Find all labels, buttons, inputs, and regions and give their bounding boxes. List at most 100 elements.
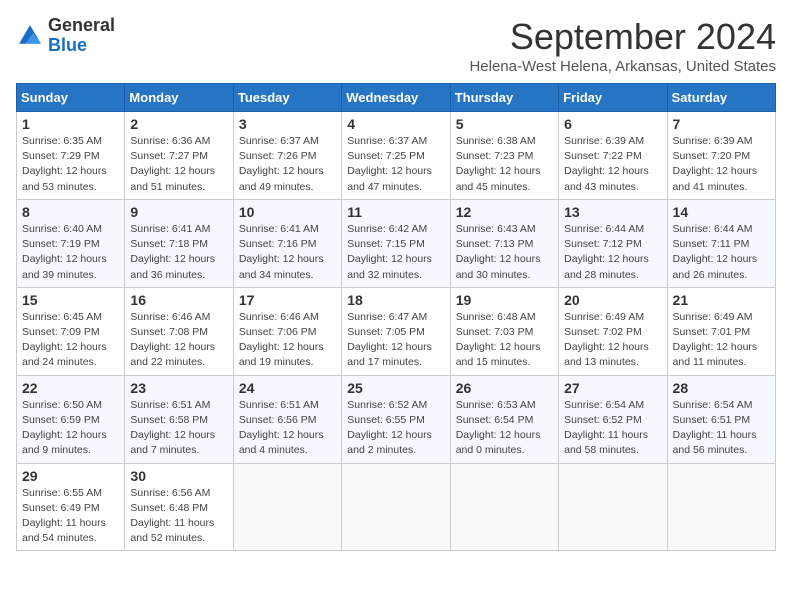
day-info: Sunrise: 6:44 AMSunset: 7:11 PMDaylight:… [673, 222, 770, 283]
calendar-cell: 27 Sunrise: 6:54 AMSunset: 6:52 PMDayligh… [559, 375, 667, 463]
day-info: Sunrise: 6:38 AMSunset: 7:23 PMDaylight:… [456, 134, 553, 195]
calendar-cell [559, 463, 667, 551]
calendar-cell: 3Sunrise: 6:37 AMSunset: 7:26 PMDaylight… [233, 112, 341, 200]
day-number: 18 [347, 292, 444, 308]
header: General Blue September 2024 Helena-West … [16, 16, 776, 75]
calendar-header-saturday: Saturday [667, 84, 775, 112]
day-number: 26 [456, 380, 553, 396]
day-number: 6 [564, 116, 661, 132]
calendar-cell: 30 Sunrise: 6:56 AMSunset: 6:48 PMDayligh… [125, 463, 233, 551]
calendar-week-row: 1 Sunrise: 6:35 AMSunset: 7:29 PMDaylight… [17, 112, 776, 200]
calendar-week-row: 29Sunrise: 6:55 AMSunset: 6:49 PMDayligh… [17, 463, 776, 551]
day-number: 29 [22, 468, 119, 484]
logo-line2: Blue [48, 36, 115, 56]
calendar-cell: 5 Sunrise: 6:38 AMSunset: 7:23 PMDaylight… [450, 112, 558, 200]
day-number: 14 [673, 204, 770, 220]
calendar-cell: 21 Sunrise: 6:49 AMSunset: 7:01 PMDayligh… [667, 287, 775, 375]
calendar-cell: 12 Sunrise: 6:43 AMSunset: 7:13 PMDayligh… [450, 199, 558, 287]
title-area: September 2024 Helena-West Helena, Arkan… [469, 16, 776, 75]
calendar-cell: 7 Sunrise: 6:39 AMSunset: 7:20 PMDaylight… [667, 112, 775, 200]
calendar-cell: 20 Sunrise: 6:49 AMSunset: 7:02 PMDayligh… [559, 287, 667, 375]
calendar-cell: 22 Sunrise: 6:50 AMSunset: 6:59 PMDayligh… [17, 375, 125, 463]
day-number: 2 [130, 116, 227, 132]
calendar-week-row: 8Sunrise: 6:40 AMSunset: 7:19 PMDaylight… [17, 199, 776, 287]
day-number: 25 [347, 380, 444, 396]
day-info: Sunrise: 6:54 AMSunset: 6:51 PMDaylight:… [673, 398, 770, 459]
day-number: 12 [456, 204, 553, 220]
calendar-header-thursday: Thursday [450, 84, 558, 112]
calendar-cell: 11Sunrise: 6:42 AMSunset: 7:15 PMDayligh… [342, 199, 450, 287]
day-info: Sunrise: 6:47 AMSunset: 7:05 PMDaylight:… [347, 310, 444, 371]
day-info: Sunrise: 6:40 AMSunset: 7:19 PMDaylight:… [22, 222, 119, 283]
calendar-header-friday: Friday [559, 84, 667, 112]
calendar-header-wednesday: Wednesday [342, 84, 450, 112]
day-number: 21 [673, 292, 770, 308]
day-info: Sunrise: 6:50 AMSunset: 6:59 PMDaylight:… [22, 398, 119, 459]
day-info: Sunrise: 6:35 AMSunset: 7:29 PMDaylight:… [22, 134, 119, 195]
calendar-body: 1 Sunrise: 6:35 AMSunset: 7:29 PMDaylight… [17, 112, 776, 551]
calendar-cell: 18 Sunrise: 6:47 AMSunset: 7:05 PMDayligh… [342, 287, 450, 375]
day-info: Sunrise: 6:36 AMSunset: 7:27 PMDaylight:… [130, 134, 227, 195]
day-number: 30 [130, 468, 227, 484]
day-info: Sunrise: 6:46 AMSunset: 7:06 PMDaylight:… [239, 310, 336, 371]
calendar-cell: 4 Sunrise: 6:37 AMSunset: 7:25 PMDaylight… [342, 112, 450, 200]
calendar-header-sunday: Sunday [17, 84, 125, 112]
day-number: 10 [239, 204, 336, 220]
calendar-cell: 2 Sunrise: 6:36 AMSunset: 7:27 PMDaylight… [125, 112, 233, 200]
calendar-week-row: 22 Sunrise: 6:50 AMSunset: 6:59 PMDayligh… [17, 375, 776, 463]
calendar-cell: 28Sunrise: 6:54 AMSunset: 6:51 PMDayligh… [667, 375, 775, 463]
calendar-header-monday: Monday [125, 84, 233, 112]
day-info: Sunrise: 6:52 AMSunset: 6:55 PMDaylight:… [347, 398, 444, 459]
calendar-cell [233, 463, 341, 551]
logo: General Blue [16, 16, 115, 56]
day-info: Sunrise: 6:37 AMSunset: 7:26 PMDaylight:… [239, 134, 336, 195]
calendar-cell: 15 Sunrise: 6:45 AMSunset: 7:09 PMDayligh… [17, 287, 125, 375]
calendar-cell: 9Sunrise: 6:41 AMSunset: 7:18 PMDaylight… [125, 199, 233, 287]
calendar-cell: 29Sunrise: 6:55 AMSunset: 6:49 PMDayligh… [17, 463, 125, 551]
calendar-cell: 6Sunrise: 6:39 AMSunset: 7:22 PMDaylight… [559, 112, 667, 200]
day-info: Sunrise: 6:45 AMSunset: 7:09 PMDaylight:… [22, 310, 119, 371]
calendar-cell [450, 463, 558, 551]
month-title: September 2024 [469, 16, 776, 58]
calendar-cell: 19Sunrise: 6:48 AMSunset: 7:03 PMDayligh… [450, 287, 558, 375]
day-number: 15 [22, 292, 119, 308]
day-number: 1 [22, 116, 119, 132]
calendar-cell: 24 Sunrise: 6:51 AMSunset: 6:56 PMDayligh… [233, 375, 341, 463]
day-number: 5 [456, 116, 553, 132]
calendar-header-tuesday: Tuesday [233, 84, 341, 112]
day-number: 24 [239, 380, 336, 396]
day-number: 17 [239, 292, 336, 308]
day-number: 4 [347, 116, 444, 132]
calendar-cell: 8Sunrise: 6:40 AMSunset: 7:19 PMDaylight… [17, 199, 125, 287]
subtitle: Helena-West Helena, Arkansas, United Sta… [469, 58, 776, 75]
calendar-cell: 10 Sunrise: 6:41 AMSunset: 7:16 PMDayligh… [233, 199, 341, 287]
day-number: 19 [456, 292, 553, 308]
calendar-cell: 13Sunrise: 6:44 AMSunset: 7:12 PMDayligh… [559, 199, 667, 287]
day-info: Sunrise: 6:49 AMSunset: 7:01 PMDaylight:… [673, 310, 770, 371]
day-info: Sunrise: 6:43 AMSunset: 7:13 PMDaylight:… [456, 222, 553, 283]
day-number: 11 [347, 204, 444, 220]
calendar-cell: 17 Sunrise: 6:46 AMSunset: 7:06 PMDayligh… [233, 287, 341, 375]
calendar-week-row: 15 Sunrise: 6:45 AMSunset: 7:09 PMDayligh… [17, 287, 776, 375]
day-info: Sunrise: 6:44 AMSunset: 7:12 PMDaylight:… [564, 222, 661, 283]
day-info: Sunrise: 6:41 AMSunset: 7:18 PMDaylight:… [130, 222, 227, 283]
day-number: 27 [564, 380, 661, 396]
calendar-cell: 16 Sunrise: 6:46 AMSunset: 7:08 PMDayligh… [125, 287, 233, 375]
day-info: Sunrise: 6:54 AMSunset: 6:52 PMDaylight:… [564, 398, 661, 459]
day-info: Sunrise: 6:49 AMSunset: 7:02 PMDaylight:… [564, 310, 661, 371]
calendar-cell: 1 Sunrise: 6:35 AMSunset: 7:29 PMDaylight… [17, 112, 125, 200]
day-info: Sunrise: 6:39 AMSunset: 7:20 PMDaylight:… [673, 134, 770, 195]
day-number: 16 [130, 292, 227, 308]
day-info: Sunrise: 6:37 AMSunset: 7:25 PMDaylight:… [347, 134, 444, 195]
day-info: Sunrise: 6:51 AMSunset: 6:56 PMDaylight:… [239, 398, 336, 459]
day-number: 20 [564, 292, 661, 308]
day-info: Sunrise: 6:41 AMSunset: 7:16 PMDaylight:… [239, 222, 336, 283]
day-number: 7 [673, 116, 770, 132]
day-info: Sunrise: 6:46 AMSunset: 7:08 PMDaylight:… [130, 310, 227, 371]
logo-icon [16, 22, 44, 50]
calendar-cell [342, 463, 450, 551]
calendar-cell: 14 Sunrise: 6:44 AMSunset: 7:11 PMDayligh… [667, 199, 775, 287]
day-info: Sunrise: 6:56 AMSunset: 6:48 PMDaylight:… [130, 486, 227, 547]
calendar-cell: 26Sunrise: 6:53 AMSunset: 6:54 PMDayligh… [450, 375, 558, 463]
day-number: 22 [22, 380, 119, 396]
